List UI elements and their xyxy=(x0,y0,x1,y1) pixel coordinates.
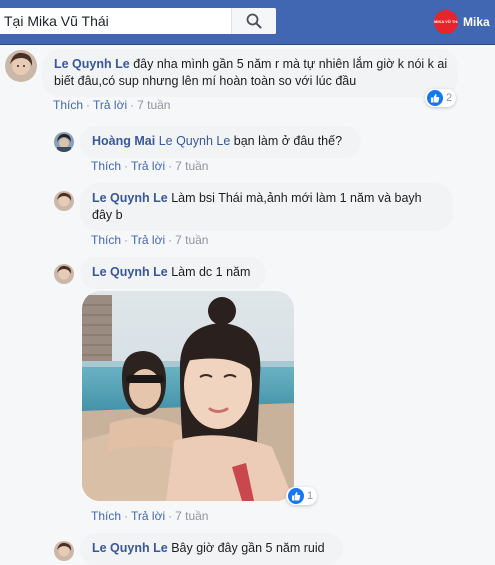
profile-avatar: MIKA VŨ THÁI xyxy=(434,10,458,34)
comment-bubble: Le Quynh Le Làm bsi Thái mà,ảnh mới làm … xyxy=(80,183,453,231)
comment-author[interactable]: Le Quynh Le xyxy=(54,57,130,71)
comment-actions: Thích · Trả lời · 7 tuần xyxy=(91,233,208,247)
like-reaction-icon xyxy=(427,90,443,106)
reply-link[interactable]: Trả lời xyxy=(131,509,165,523)
like-link[interactable]: Thích xyxy=(91,509,121,523)
comment-author[interactable]: Le Quynh Le xyxy=(92,191,168,205)
separator: · xyxy=(124,233,129,247)
separator: · xyxy=(168,159,173,173)
avatar[interactable] xyxy=(54,264,74,284)
search-input[interactable] xyxy=(0,8,230,34)
comment-text: Bây giờ đây gần 5 năm ruid xyxy=(171,541,325,555)
comment-author[interactable]: Le Quynh Le xyxy=(92,265,168,279)
comment-time[interactable]: 7 tuần xyxy=(175,233,208,247)
separator: · xyxy=(168,233,173,247)
profile-name: Mika xyxy=(463,15,490,29)
comment-text: bạn làm ở đâu thế? xyxy=(233,134,343,148)
separator: · xyxy=(86,98,91,112)
avatar[interactable] xyxy=(54,191,74,211)
search-icon xyxy=(246,13,262,29)
comment-actions: Thích · Trả lời · 7 tuần xyxy=(53,98,170,112)
comment-bubble: Le Quynh Le Làm dc 1 năm xyxy=(80,257,266,289)
comment-mention[interactable]: Le Quynh Le xyxy=(159,134,231,148)
separator: · xyxy=(124,159,129,173)
reaction-count-text: 2 xyxy=(446,92,453,104)
avatar[interactable] xyxy=(5,50,37,82)
reply-link[interactable]: Trả lời xyxy=(131,159,165,173)
comment-time[interactable]: 7 tuần xyxy=(175,509,208,523)
reaction-count[interactable]: 2 xyxy=(425,89,457,107)
avatar[interactable] xyxy=(54,132,74,152)
comment-actions: Thích · Trả lời · 7 tuần xyxy=(91,509,208,523)
comment-photo[interactable] xyxy=(82,291,294,501)
separator: · xyxy=(168,509,173,523)
search-button[interactable] xyxy=(231,8,276,34)
like-link[interactable]: Thích xyxy=(91,233,121,247)
search-box xyxy=(0,8,276,34)
separator: · xyxy=(130,98,135,112)
comment-author[interactable]: Le Quynh Le xyxy=(92,541,168,555)
reply-link[interactable]: Trả lời xyxy=(93,98,127,112)
comment-text: Làm dc 1 năm xyxy=(171,265,251,279)
reply-link[interactable]: Trả lời xyxy=(131,233,165,247)
reaction-count[interactable]: 1 xyxy=(286,487,318,505)
like-link[interactable]: Thích xyxy=(53,98,83,112)
separator: · xyxy=(124,509,129,523)
comment-bubble: Le Quynh Le đây nha mình gần 5 năm r mà … xyxy=(42,49,458,97)
like-reaction-icon xyxy=(288,488,304,504)
comment-author[interactable]: Hoàng Mai xyxy=(92,134,155,148)
like-link[interactable]: Thích xyxy=(91,159,121,173)
comment-time[interactable]: 7 tuần xyxy=(175,159,208,173)
top-bar: MIKA VŨ THÁI Mika xyxy=(0,0,495,45)
comment-actions: Thích · Trả lời · 7 tuần xyxy=(91,159,208,173)
profile-link[interactable]: MIKA VŨ THÁI Mika xyxy=(434,9,490,35)
comment-bubble: Le Quynh Le Bây giờ đây gần 5 năm ruid xyxy=(80,533,343,565)
comment-bubble: Hoàng Mai Le Quynh Le bạn làm ở đâu thế? xyxy=(80,126,361,158)
avatar[interactable] xyxy=(54,541,74,561)
comment-time[interactable]: 7 tuần xyxy=(137,98,170,112)
reaction-count-text: 1 xyxy=(307,490,314,502)
